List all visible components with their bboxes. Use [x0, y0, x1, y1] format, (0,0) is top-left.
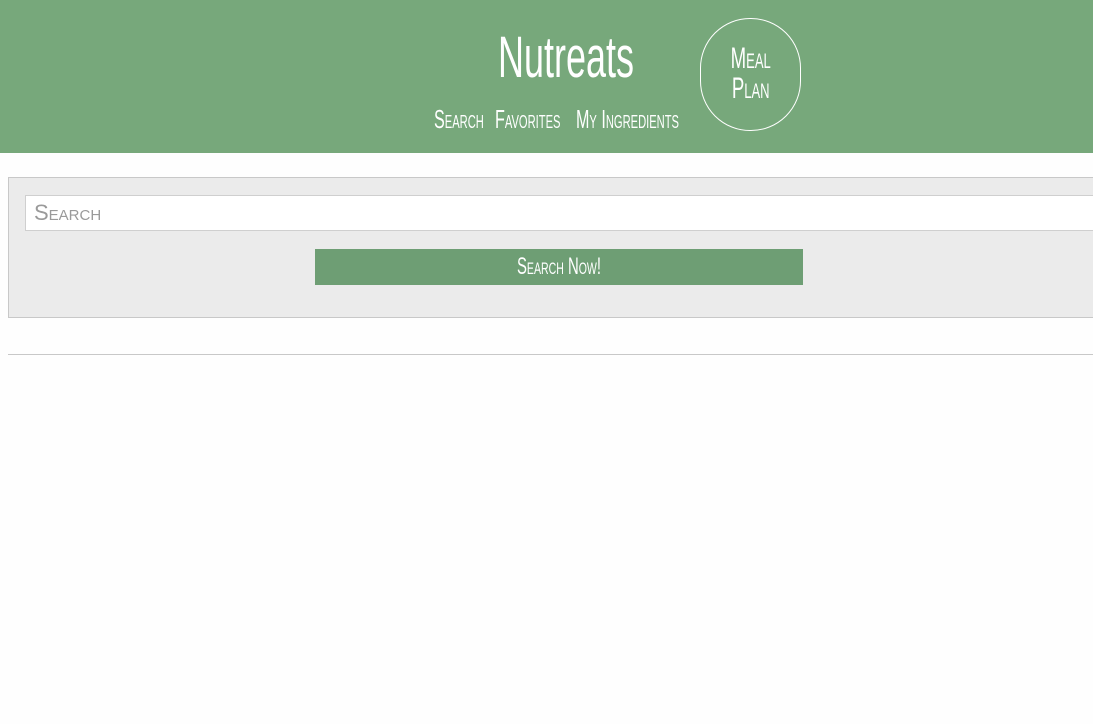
search-now-label: Search Now!: [517, 253, 601, 280]
brand-title[interactable]: Nutreats: [475, 22, 656, 94]
search-panel: Search Now!: [8, 177, 1093, 318]
nav-search-link[interactable]: Search: [434, 104, 484, 134]
nav-favorites-link[interactable]: Favorites: [495, 104, 560, 134]
meal-plan-label: Meal Plan: [730, 42, 771, 105]
meal-plan-button[interactable]: Meal Plan: [700, 18, 801, 131]
results-divider: [8, 354, 1093, 355]
nav-my-ingredients-link[interactable]: My Ingredients: [576, 104, 679, 134]
search-now-button[interactable]: Search Now!: [315, 249, 803, 285]
search-input[interactable]: [25, 195, 1093, 231]
site-header: Nutreats Search Favorites My Ingredients…: [0, 0, 1093, 153]
